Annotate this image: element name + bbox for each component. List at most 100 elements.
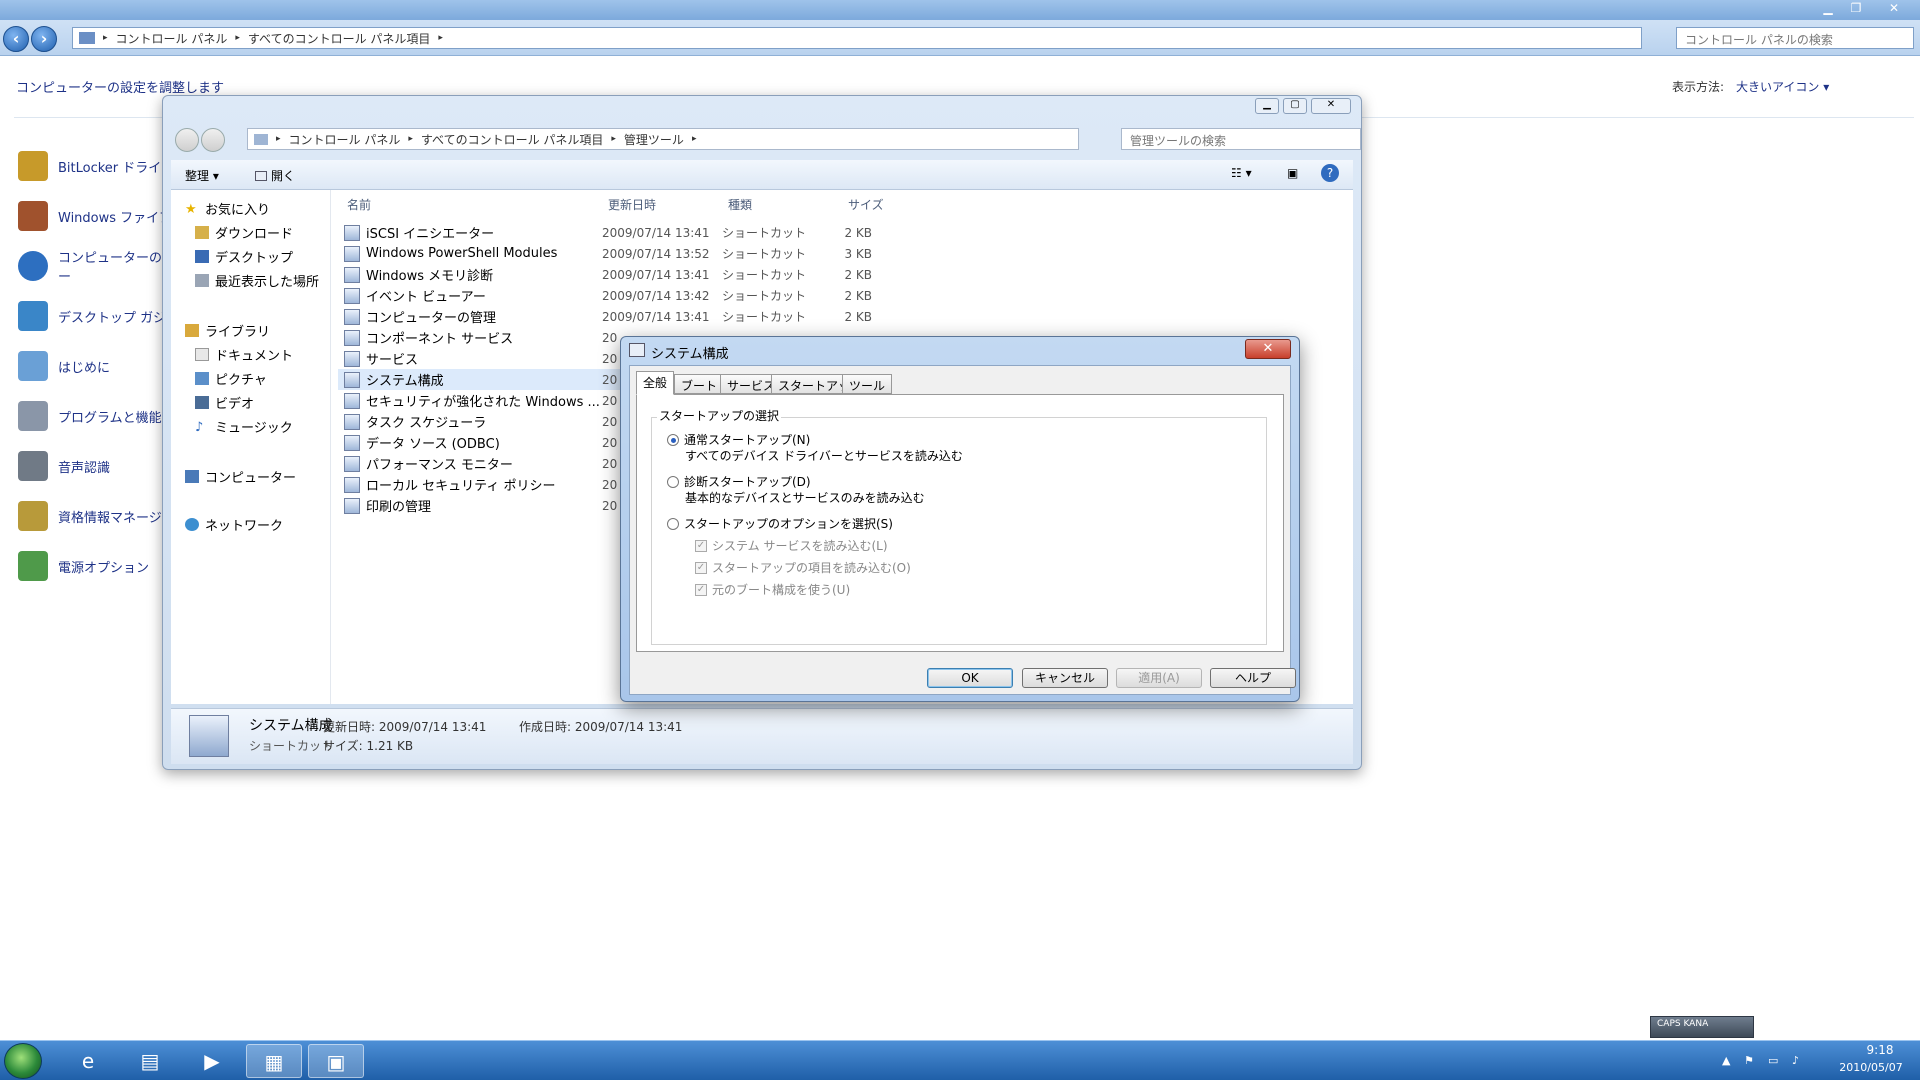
- restore-button[interactable]: ❐: [1842, 0, 1870, 16]
- cp-item-ease-of-access[interactable]: コンピューターの簡ー: [18, 246, 175, 286]
- breadcrumb-item[interactable]: 管理ツール: [624, 131, 684, 148]
- open-button[interactable]: 開く: [255, 167, 295, 184]
- ok-button[interactable]: OK: [927, 668, 1013, 688]
- sidebar-item-pictures[interactable]: ピクチャ: [195, 368, 267, 388]
- help-button[interactable]: ヘルプ: [1210, 668, 1296, 688]
- radio-icon: [667, 517, 679, 530]
- forward-button[interactable]: [201, 128, 225, 152]
- system-config-icon: [629, 343, 645, 357]
- media-player-icon[interactable]: ▶: [184, 1044, 240, 1078]
- apply-button[interactable]: 適用(A): [1116, 668, 1202, 688]
- tab-boot[interactable]: ブート: [674, 374, 725, 394]
- sidebar-item-downloads[interactable]: ダウンロード: [195, 222, 293, 242]
- explorer-search-input[interactable]: 管理ツールの検索: [1121, 128, 1361, 150]
- column-header-name[interactable]: 名前: [347, 196, 371, 213]
- sidebar-item-computer[interactable]: コンピューター: [185, 466, 296, 486]
- explorer-navigation-bar: ▸ コントロール パネル ▸ すべてのコントロール パネル項目 ▸ 管理ツール …: [171, 124, 1361, 154]
- close-button[interactable]: ✕: [1311, 98, 1351, 114]
- show-hidden-icons[interactable]: ▲: [1722, 1054, 1730, 1067]
- shortcut-icon: [344, 329, 360, 346]
- cp-item-gadgets[interactable]: デスクトップ ガジ: [18, 296, 166, 336]
- normal-startup-radio[interactable]: 通常スタートアップ(N): [667, 431, 810, 448]
- sidebar-label: ピクチャ: [215, 372, 267, 388]
- sidebar-item-network[interactable]: ネットワーク: [185, 514, 283, 534]
- file-type: ショートカット: [722, 247, 807, 261]
- selective-startup-radio[interactable]: スタートアップのオプションを選択(S): [667, 515, 893, 532]
- sidebar-item-music[interactable]: ♪ ミュージック: [195, 416, 293, 436]
- column-header-size[interactable]: サイズ: [848, 196, 884, 213]
- checkbox-checked-icon: ✓: [695, 561, 707, 574]
- organize-button[interactable]: 整理 ▾: [185, 167, 219, 184]
- start-button[interactable]: [4, 1043, 42, 1079]
- file-row[interactable]: iSCSI イニシエーター 2009/07/14 13:41 ショートカット 2…: [338, 222, 898, 243]
- power-options-icon: [18, 551, 48, 581]
- credential-manager-icon: [18, 501, 48, 531]
- preview-pane-icon[interactable]: ▣: [1287, 166, 1298, 180]
- breadcrumb-item[interactable]: コントロール パネル: [116, 30, 228, 47]
- breadcrumb-item[interactable]: すべてのコントロール パネル項目: [248, 30, 431, 47]
- use-original-boot-config-checkbox[interactable]: ✓ 元のブート構成を使う(U): [695, 581, 850, 598]
- view-options-icon[interactable]: ☷ ▾: [1231, 166, 1252, 180]
- breadcrumb-item[interactable]: すべてのコントロール パネル項目: [421, 131, 604, 148]
- help-icon[interactable]: ?: [1321, 164, 1339, 182]
- cp-item-firewall[interactable]: Windows ファイア: [18, 196, 172, 236]
- sidebar-item-favorites[interactable]: ★ お気に入り: [185, 198, 270, 218]
- file-row[interactable]: Windows メモリ診断 2009/07/14 13:41 ショートカット 2…: [338, 264, 898, 285]
- cp-item-getting-started[interactable]: はじめに: [18, 346, 110, 386]
- details-name: システム構成: [249, 718, 333, 734]
- cp-item-power-options[interactable]: 電源オプション: [18, 546, 149, 586]
- sidebar-item-recent[interactable]: 最近表示した場所: [195, 270, 319, 290]
- volume-icon[interactable]: ♪: [1792, 1054, 1799, 1067]
- details-size: サイズ: 1.21 KB: [323, 739, 414, 753]
- minimize-button[interactable]: ▁: [1814, 0, 1842, 16]
- file-date: 20: [602, 393, 618, 408]
- system-config-taskbar-icon[interactable]: ▣: [308, 1044, 364, 1078]
- file-date: 2009/07/14 13:41: [602, 267, 710, 282]
- cp-item-credential-manager[interactable]: 資格情報マネージャ: [18, 496, 174, 536]
- column-header-type[interactable]: 種類: [728, 196, 752, 213]
- breadcrumb-item[interactable]: コントロール パネル: [289, 131, 401, 148]
- sidebar-item-videos[interactable]: ビデオ: [195, 392, 254, 412]
- sidebar-label: コンピューター: [205, 470, 297, 486]
- close-button[interactable]: ✕: [1245, 339, 1291, 359]
- taskbar: e ▤ ▶ ▦ ▣: [0, 1040, 1920, 1080]
- outer-address-bar[interactable]: ▸ コントロール パネル ▸ すべてのコントロール パネル項目 ▸: [72, 27, 1642, 49]
- explorer-address-bar[interactable]: ▸ コントロール パネル ▸ すべてのコントロール パネル項目 ▸ 管理ツール …: [247, 128, 1079, 150]
- column-header-date[interactable]: 更新日時: [608, 196, 656, 213]
- cp-item-programs[interactable]: プログラムと機能: [18, 396, 162, 436]
- control-panel-taskbar-icon[interactable]: ▦: [246, 1044, 302, 1078]
- close-button[interactable]: ✕: [1880, 0, 1908, 16]
- action-center-flag-icon[interactable]: ⚑: [1744, 1054, 1754, 1067]
- forward-button[interactable]: ›: [31, 26, 57, 52]
- explorer-folder-icon[interactable]: ▤: [122, 1044, 178, 1078]
- internet-explorer-icon[interactable]: e: [60, 1044, 116, 1078]
- file-row[interactable]: コンピューターの管理 2009/07/14 13:41 ショートカット 2 KB: [338, 306, 898, 327]
- file-row[interactable]: イベント ビューアー 2009/07/14 13:42 ショートカット 2 KB: [338, 285, 898, 306]
- view-by-dropdown[interactable]: 大きいアイコン ▾: [1736, 78, 1829, 95]
- load-system-services-checkbox[interactable]: ✓ システム サービスを読み込む(L): [695, 537, 888, 554]
- cp-item-speech[interactable]: 音声認識: [18, 446, 110, 486]
- maximize-button[interactable]: ▢: [1283, 98, 1307, 114]
- file-row[interactable]: Windows PowerShell Modules 2009/07/14 13…: [338, 243, 898, 264]
- back-button[interactable]: [175, 128, 199, 152]
- shortcut-icon: [344, 455, 360, 472]
- clock-time[interactable]: 9:18: [1845, 1043, 1915, 1057]
- diagnostic-startup-radio[interactable]: 診断スタートアップ(D): [667, 473, 811, 490]
- back-button[interactable]: ‹: [3, 26, 29, 52]
- chevron-right-icon: ▸: [276, 134, 281, 144]
- minimize-button[interactable]: ▁: [1255, 98, 1279, 114]
- shortcut-icon: [344, 245, 360, 262]
- clock-date[interactable]: 2010/05/07: [1826, 1061, 1916, 1074]
- cancel-button[interactable]: キャンセル: [1022, 668, 1108, 688]
- tab-tools[interactable]: ツール: [842, 374, 893, 394]
- load-startup-items-checkbox[interactable]: ✓ スタートアップの項目を読み込む(O): [695, 559, 911, 576]
- outer-search-input[interactable]: コントロール パネルの検索: [1676, 27, 1914, 49]
- file-size: 2 KB: [844, 225, 872, 240]
- sidebar-item-documents[interactable]: ドキュメント: [195, 344, 293, 364]
- language-bar[interactable]: CAPS KANA: [1650, 1016, 1754, 1038]
- sidebar-item-desktop[interactable]: デスクトップ: [195, 246, 293, 266]
- sidebar-item-libraries[interactable]: ライブラリ: [185, 320, 270, 340]
- network-tray-icon[interactable]: ▭: [1768, 1054, 1778, 1067]
- cp-item-bitlocker[interactable]: BitLocker ドライブ: [18, 146, 174, 186]
- tab-general[interactable]: 全般: [636, 371, 675, 395]
